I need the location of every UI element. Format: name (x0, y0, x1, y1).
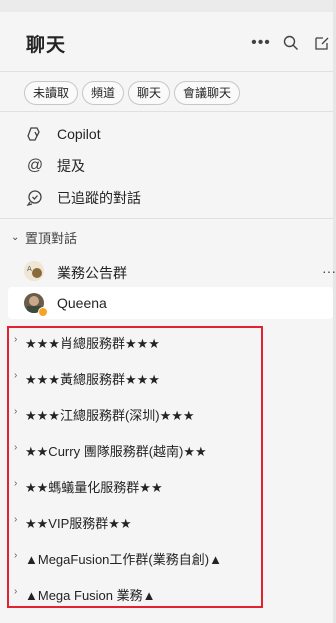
pinned-section-header[interactable]: ⌄ 置頂對話 (0, 226, 333, 248)
section-label: 置頂對話 (25, 230, 78, 246)
filter-divider (0, 111, 333, 112)
nav-item-mentions[interactable]: @ 提及 (0, 151, 333, 181)
filter-meeting-chats[interactable]: 會議聊天 (174, 81, 241, 105)
nav-label: Copilot (57, 126, 101, 142)
pinned-chat-queena[interactable]: Queena (8, 287, 333, 319)
new-chat-icon[interactable] (313, 34, 331, 52)
more-options-icon[interactable]: ••• (251, 34, 270, 52)
nav-divider (0, 218, 333, 219)
chat-header: 聊天 ••• (0, 12, 333, 72)
search-icon[interactable] (282, 34, 300, 52)
highlight-box (7, 326, 263, 608)
avatar: A (24, 261, 44, 281)
copilot-icon (25, 124, 45, 144)
nav-item-followed[interactable]: 已追蹤的對話 (0, 183, 333, 213)
chat-label: Queena (57, 295, 107, 311)
filter-unread[interactable]: 未讀取 (24, 81, 79, 105)
presence-away-icon (38, 307, 48, 317)
nav-label: 提及 (57, 158, 85, 174)
filter-chats[interactable]: 聊天 (128, 81, 171, 105)
svg-text:A: A (27, 265, 32, 273)
nav-item-copilot[interactable]: Copilot (0, 119, 333, 149)
followed-chat-icon (25, 188, 45, 208)
header-divider (0, 71, 333, 72)
filter-chips: 未讀取 頻道 聊天 會議聊天 (24, 81, 241, 105)
pinned-chat-announcement[interactable]: A 業務公告群 ··· (8, 255, 336, 287)
chat-label: 業務公告群 (57, 265, 127, 281)
nav-label: 已追蹤的對話 (57, 190, 141, 206)
window-top-strip (0, 0, 336, 12)
more-options-icon[interactable]: ··· (322, 263, 336, 279)
filter-channels[interactable]: 頻道 (82, 81, 125, 105)
chevron-down-icon: ⌄ (11, 231, 20, 243)
page-title: 聊天 (26, 35, 67, 56)
at-icon: @ (26, 157, 44, 174)
